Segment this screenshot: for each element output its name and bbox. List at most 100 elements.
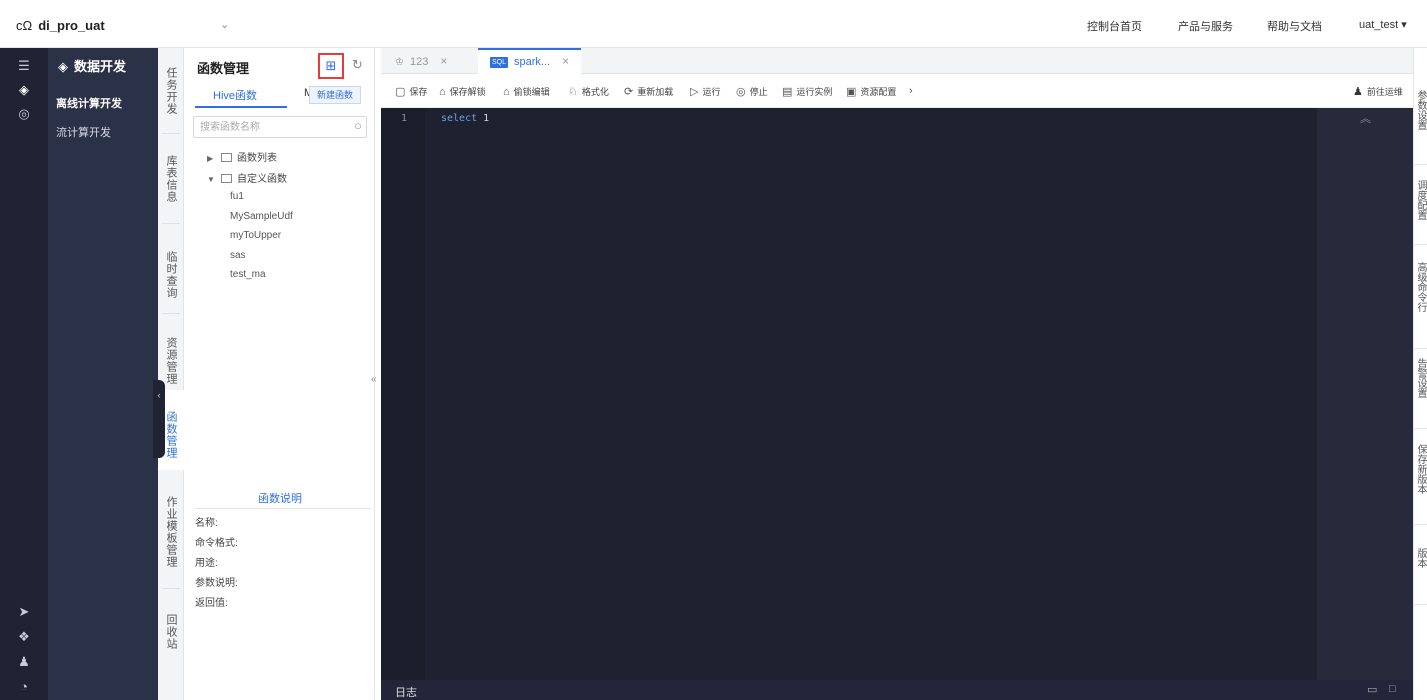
log-toggle[interactable]: 日志 (395, 684, 417, 700)
project-switcher[interactable]: cΩ di_pro_uat (16, 18, 105, 33)
desc-command-label: 命令格式: (195, 538, 238, 549)
caret-right-icon: ▶ (207, 154, 214, 163)
close-icon[interactable]: × (440, 54, 447, 68)
rtab-versions[interactable]: 版本 (1414, 548, 1427, 588)
editor-tab-123[interactable]: ♔ 123 × (395, 48, 447, 74)
tree-leaf-function[interactable]: test_ma (230, 269, 266, 280)
nav-item-offline-dev[interactable]: 离线计算开发 (56, 95, 122, 111)
line-number-gutter: 1 (381, 108, 425, 680)
run-icon: ▷ (690, 86, 699, 98)
button-label: 保存 (409, 87, 428, 97)
stop-button[interactable]: ◎ 停止 (736, 85, 768, 98)
format-icon: ♘ (568, 86, 578, 98)
resource-config-button[interactable]: ▣ 资源配置 (846, 85, 896, 98)
divider (162, 133, 180, 134)
divider (1414, 244, 1427, 245)
vtab-table-info[interactable]: 库表信息 (158, 148, 184, 210)
vtab-job-template[interactable]: 作业模板管理 (158, 484, 184, 580)
divider (1414, 428, 1427, 429)
editor-area: ♔ 123 × SQL spark... × ▢ 保存 ⌂ 保存解锁 ⌂ 偷锁编辑 ♘ 格式化 … (381, 48, 1413, 700)
clock-icon[interactable]: ◔ (0, 675, 48, 699)
search-icon[interactable]: ○ (354, 118, 362, 133)
function-search: ○ (193, 116, 367, 138)
tree-leaf-function[interactable]: fu1 (230, 191, 244, 202)
rtab-advanced[interactable]: 高级命令行 (1414, 262, 1427, 342)
tab-hive-functions[interactable]: Hive函数 (213, 87, 257, 103)
rtab-schedule[interactable]: 调度配置 (1414, 180, 1427, 240)
maximize-icon[interactable]: □ (1389, 683, 1396, 695)
desc-usage-label: 用途: (195, 558, 218, 569)
desc-params-label: 参数说明: (195, 578, 238, 589)
refresh-icon[interactable]: ↻ (352, 57, 363, 73)
project-name: di_pro_uat (38, 18, 105, 33)
divider (195, 508, 371, 509)
reload-button[interactable]: ⟳ 重新加载 (624, 85, 673, 98)
collapse-panel-icon[interactable]: « (371, 374, 377, 385)
run-button[interactable]: ▷ 运行 (690, 85, 720, 98)
send-icon[interactable]: ➤ (0, 600, 48, 624)
resource-icon: ▣ (846, 86, 857, 98)
button-label: 停止 (749, 87, 768, 97)
tree-folder-function-list[interactable]: ▶ 函数列表 (207, 149, 277, 164)
save-unlock-button[interactable]: ⌂ 保存解锁 (439, 85, 486, 98)
minimap[interactable] (1317, 108, 1413, 680)
new-file-icon: ⊞ (325, 58, 337, 73)
module-header: ◈ 数据开发 (58, 56, 126, 75)
editor-tab-label: 123 (409, 56, 429, 68)
module-sidebar: ◈ 数据开发 离线计算开发 流计算开发 (48, 48, 158, 700)
code-line[interactable]: select 1 (441, 113, 489, 124)
icon-rail: ☰ ◈ ◎ ➤ ❖ ♟ ◔ (0, 48, 48, 700)
function-panel: 函数管理 ⊞ ↻ Hive函数 M 新建函数 ○ ▶函数列表 ▼自定义函数 fu… (185, 48, 375, 700)
function-search-input[interactable] (194, 117, 339, 137)
minimize-icon[interactable]: ▭ (1367, 683, 1377, 696)
vtab-recycle-bin[interactable]: 回收站 (158, 606, 184, 658)
sql-file-icon: SQL (490, 57, 509, 68)
nav-console-home[interactable]: 控制台首页 (1087, 18, 1142, 34)
chevron-up-icon[interactable]: ︽ (1360, 110, 1371, 126)
code-editor[interactable]: 1 select 1 ︽ (381, 108, 1413, 680)
tree-folder-custom-functions[interactable]: ▼ 自定义函数 (207, 170, 287, 185)
button-label: 资源配置 (860, 87, 897, 97)
button-label: 格式化 (581, 87, 609, 97)
unlock-icon: ⌂ (439, 86, 446, 98)
more-toolbar-button[interactable]: › (909, 85, 917, 97)
save-button[interactable]: ▢ 保存 (395, 85, 427, 98)
rtab-save-version[interactable]: 保存新版本 (1414, 444, 1427, 514)
button-label: 运行 (702, 87, 721, 97)
editor-tab-spark[interactable]: SQL spark... × (478, 48, 582, 74)
panel-title: 函数管理 (197, 61, 250, 76)
data-dev-icon: ◈ (58, 59, 68, 74)
nav-item-stream-dev[interactable]: 流计算开发 (56, 124, 111, 140)
rtab-params[interactable]: 参数设置 (1414, 90, 1427, 150)
cube-icon[interactable]: ◎ (0, 102, 48, 126)
close-icon[interactable]: × (562, 54, 569, 68)
divider (1414, 348, 1427, 349)
stack-icon[interactable]: ❖ (0, 625, 48, 649)
cloud-logo-icon: cΩ (16, 18, 33, 33)
format-button[interactable]: ♘ 格式化 (568, 85, 609, 98)
nav-products[interactable]: 产品与服务 (1178, 18, 1233, 34)
data-dev-icon[interactable]: ◈ (0, 78, 48, 102)
ops-icon[interactable]: ♟ (0, 650, 48, 674)
chevron-down-icon[interactable]: ⌄ (220, 18, 229, 31)
user-menu[interactable]: uat_test ▾ (1359, 18, 1407, 31)
layers-icon[interactable]: ☰ (0, 54, 48, 78)
run-instance-button[interactable]: ▤ 运行实例 (782, 85, 832, 98)
collapse-sidebar-handle[interactable]: ‹ (153, 380, 165, 458)
editor-tab-bar: ♔ 123 × SQL spark... × (381, 48, 1413, 74)
goto-ops-button[interactable]: ♟ 前往运维 (1353, 85, 1403, 98)
tree-leaf-function[interactable]: sas (230, 250, 246, 261)
vertical-tabs: 任务开发 库表信息 临时查询 资源管理 函数管理 作业模板管理 回收站 (158, 48, 184, 700)
tree-leaf-function[interactable]: myToUpper (230, 230, 281, 241)
vtab-task-dev[interactable]: 任务开发 (158, 60, 184, 122)
vtab-temp-query[interactable]: 临时查询 (158, 244, 184, 306)
stop-icon: ◎ (736, 86, 746, 98)
new-function-button[interactable]: ⊞ (318, 53, 344, 79)
nav-help[interactable]: 帮助与文档 (1267, 18, 1322, 34)
editor-toolbar: ▢ 保存 ⌂ 保存解锁 ⌂ 偷锁编辑 ♘ 格式化 ⟳ 重新加载 ▷ 运行 ◎ 停止 ▤ 运行实例… (381, 74, 1413, 108)
tree-leaf-function[interactable]: MySampleUdf (230, 211, 293, 222)
steal-lock-edit-button[interactable]: ⌂ 偷锁编辑 (503, 85, 550, 98)
rtab-alerts[interactable]: 告警设置 (1414, 358, 1427, 418)
instance-icon: ▤ (782, 86, 793, 98)
button-label: 偷锁编辑 (513, 87, 550, 97)
